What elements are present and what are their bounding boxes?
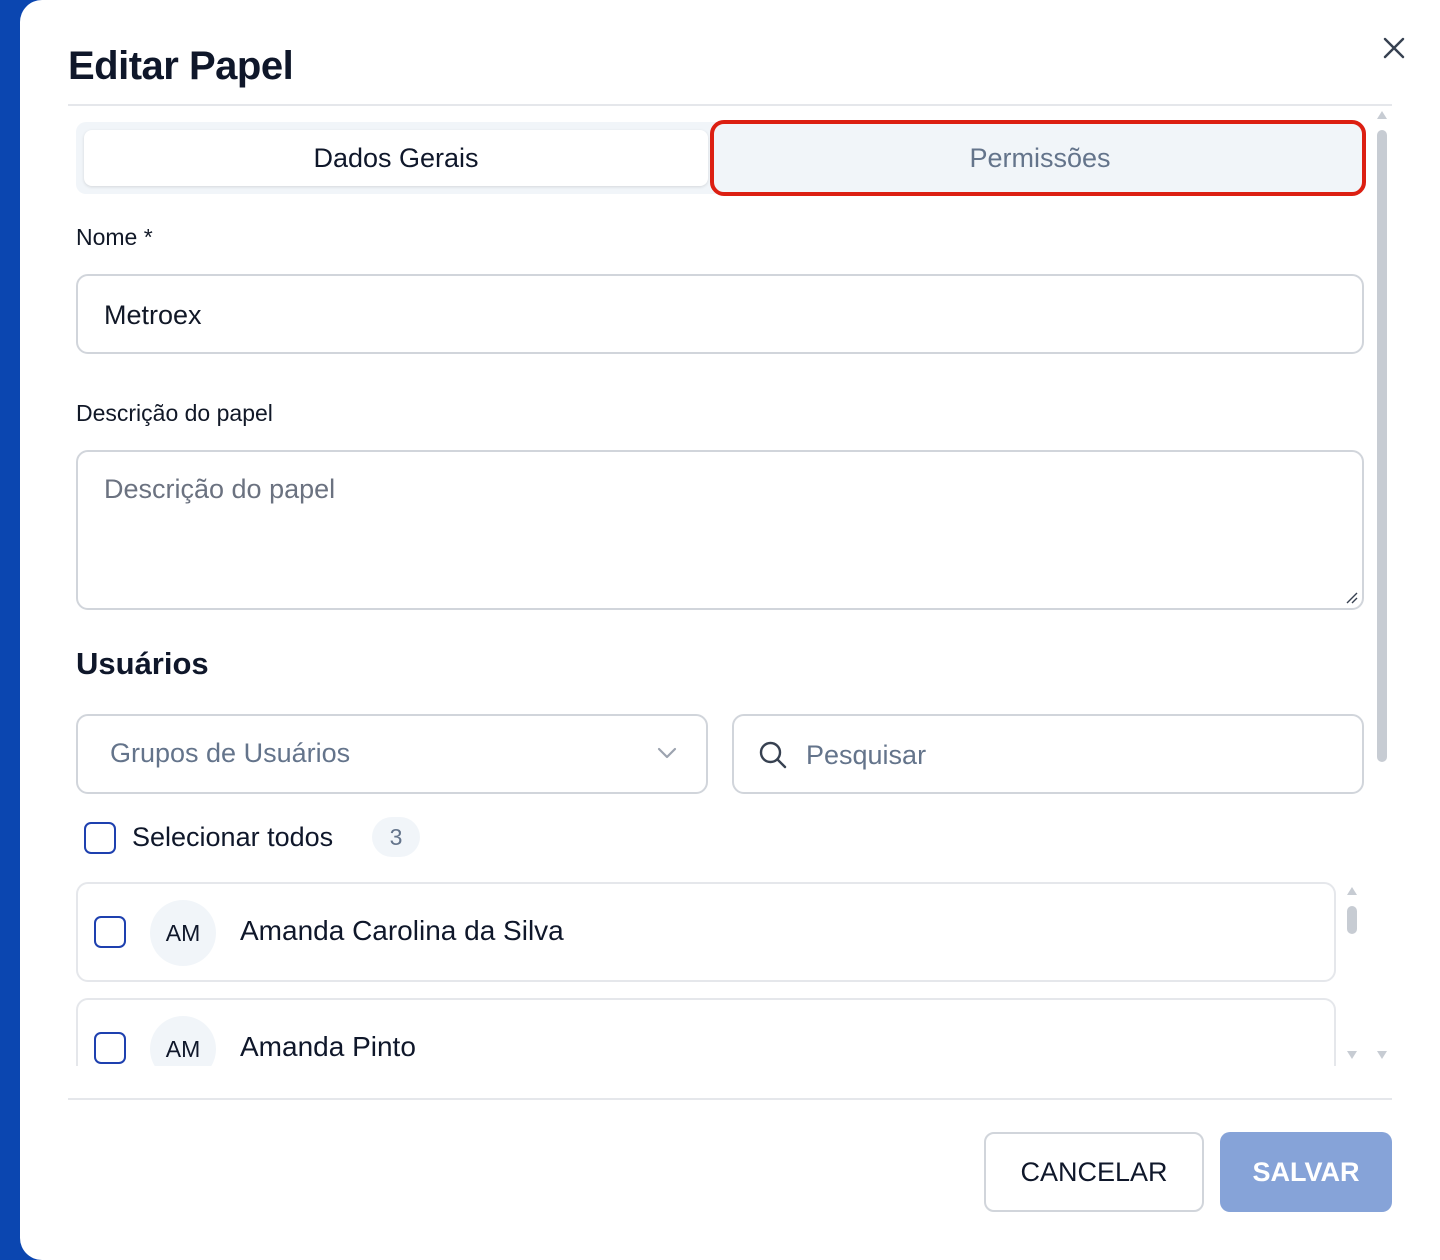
description-textarea[interactable]: Descrição do papel [76, 450, 1364, 610]
description-label: Descrição do papel [76, 400, 273, 426]
scroll-down-arrow-icon[interactable] [1376, 1050, 1388, 1060]
save-button[interactable]: SALVAR [1220, 1132, 1392, 1212]
user-checkbox[interactable] [94, 1032, 126, 1064]
footer-divider [68, 1098, 1392, 1100]
users-list: AM Amanda Carolina da Silva AM Amanda Pi… [20, 880, 1380, 1066]
header-divider [68, 104, 1392, 106]
user-groups-select[interactable]: Grupos de Usuários [76, 714, 708, 794]
avatar: AM [150, 1016, 216, 1066]
users-list-scrollbar[interactable] [1346, 886, 1358, 1062]
edit-role-dialog: Editar Papel Dados Gerais Permissões Nom… [20, 0, 1440, 1260]
users-list-scroll-thumb[interactable] [1347, 906, 1357, 934]
content-scroll-thumb[interactable] [1377, 130, 1387, 762]
user-groups-placeholder: Grupos de Usuários [110, 738, 351, 768]
name-field[interactable]: Metroex [76, 274, 1364, 354]
user-name: Amanda Carolina da Silva [240, 915, 564, 946]
tab-permissoes[interactable]: Permissões [720, 130, 1360, 186]
scroll-up-arrow-icon[interactable] [1376, 110, 1388, 120]
resize-handle-icon[interactable] [1342, 588, 1358, 604]
select-all-checkbox[interactable] [84, 822, 116, 854]
close-icon [1383, 37, 1405, 59]
user-name: Amanda Pinto [240, 1031, 416, 1062]
tab-bar: Dados Gerais Permissões [76, 122, 1366, 194]
search-input[interactable]: Pesquisar [732, 714, 1364, 794]
dialog-title: Editar Papel [68, 44, 294, 88]
users-section-title: Usuários [76, 646, 209, 681]
close-button[interactable] [1376, 30, 1412, 66]
user-checkbox[interactable] [94, 916, 126, 948]
list-item[interactable]: AM Amanda Pinto [76, 998, 1336, 1066]
name-label: Nome * [76, 224, 153, 250]
chevron-down-icon [657, 747, 677, 759]
select-all-label[interactable]: Selecionar todos [132, 822, 333, 853]
users-count-badge: 3 [372, 817, 420, 857]
description-placeholder: Descrição do papel [104, 474, 336, 504]
cancel-button[interactable]: CANCELAR [984, 1132, 1204, 1212]
scroll-down-arrow-icon[interactable] [1346, 1050, 1358, 1060]
list-item[interactable]: AM Amanda Carolina da Silva [76, 882, 1336, 982]
avatar: AM [150, 900, 216, 966]
content-scrollbar[interactable] [1376, 110, 1388, 1064]
name-field-value: Metroex [104, 300, 202, 330]
tab-dados-gerais[interactable]: Dados Gerais [84, 130, 708, 186]
search-placeholder: Pesquisar [806, 740, 927, 770]
search-icon [759, 741, 787, 769]
scroll-up-arrow-icon[interactable] [1346, 886, 1358, 896]
